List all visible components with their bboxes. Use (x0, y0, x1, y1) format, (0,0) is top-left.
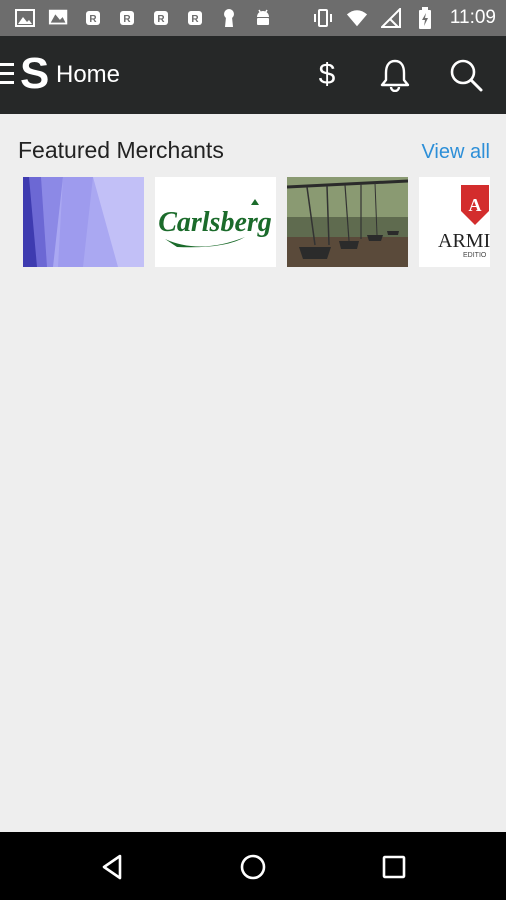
merchant-tile-armi[interactable]: A ARMI EDITIO (419, 177, 490, 267)
android-icon (252, 7, 274, 29)
gallery-icon (14, 7, 36, 29)
svg-text:R: R (89, 14, 97, 25)
svg-text:R: R (157, 14, 165, 25)
no-signal-icon (380, 7, 402, 29)
section-title: Featured Merchants (18, 137, 224, 163)
back-icon (102, 854, 122, 880)
clock-time: 11:09 (449, 7, 496, 28)
search-icon (450, 59, 483, 92)
keyhole-icon (218, 7, 240, 29)
merchant-carousel[interactable]: Carlsberg A ARMI EDITIO (23, 177, 490, 267)
wallet-button[interactable]: $ (308, 56, 346, 94)
back-button[interactable] (98, 852, 128, 882)
battery-charging-icon (414, 7, 436, 29)
merchant-abstract-image (23, 177, 144, 267)
merchant-tile-swings[interactable] (287, 177, 408, 267)
bell-icon (380, 59, 410, 92)
app-bar: S Home $ (0, 36, 506, 114)
menu-icon[interactable] (0, 60, 16, 88)
merchant-tile-abstract[interactable] (23, 177, 144, 267)
vibrate-icon (312, 7, 334, 29)
carlsberg-logo: Carlsberg (155, 177, 276, 267)
search-button[interactable] (447, 56, 485, 94)
app-logo[interactable]: S (20, 50, 49, 98)
home-icon (240, 854, 266, 880)
merchant-tile-carlsberg[interactable]: Carlsberg (155, 177, 276, 267)
recents-icon (382, 855, 406, 879)
navigation-bar (0, 832, 506, 900)
dollar-icon: $ (318, 58, 336, 91)
r-badge-icon: R (150, 7, 172, 29)
svg-text:R: R (191, 14, 199, 25)
armi-logo: A ARMI EDITIO (419, 177, 490, 267)
notification-icons: R R R R (14, 7, 274, 29)
r-badge-icon: R (116, 7, 138, 29)
r-badge-icon: R (184, 7, 206, 29)
svg-text:Carlsberg: Carlsberg (158, 207, 272, 238)
home-button[interactable] (238, 852, 268, 882)
status-bar: R R R R 11:09 (0, 0, 506, 36)
svg-text:A: A (469, 195, 482, 215)
recents-button[interactable] (379, 852, 409, 882)
r-badge-icon: R (82, 7, 104, 29)
photos-icon (48, 7, 70, 29)
armi-logo-text: ARMI (438, 230, 490, 252)
swings-image (287, 177, 408, 267)
notifications-button[interactable] (376, 56, 414, 94)
armi-logo-subtext: EDITIO (463, 252, 487, 259)
wifi-icon (346, 7, 368, 29)
page-title: Home (56, 61, 121, 88)
view-all-link[interactable]: View all (421, 141, 490, 164)
svg-text:R: R (123, 14, 131, 25)
system-status-icons: 11:09 (312, 7, 496, 29)
